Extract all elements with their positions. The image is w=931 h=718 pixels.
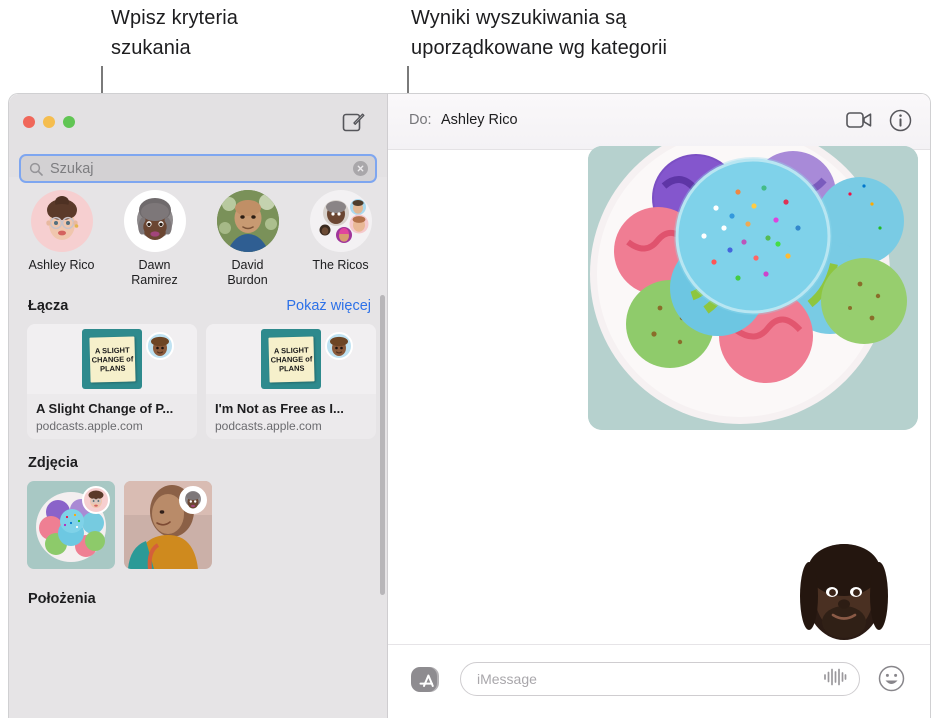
show-more-link[interactable]: Pokaż więcej [286,298,371,314]
search-icon [29,162,43,176]
window-controls [23,116,75,128]
link-thumbnail: A SLIGHT CHANGE of PLANS [206,324,376,394]
conversation-header: Do: Ashley Rico [388,94,930,150]
composer [388,644,930,718]
link-card[interactable]: A SLIGHT CHANGE of PLANS [27,324,197,439]
sidebar-titlebar [9,94,387,183]
contact-ashley-rico[interactable]: Ashley Rico [27,190,96,288]
sender-avatar [146,332,174,360]
contact-name: David Burdon [227,258,268,287]
section-title: Łącza [28,298,69,314]
photos-row [9,471,387,569]
contact-name: Ashley Rico [28,258,95,272]
contact-name: The Ricos [312,258,369,272]
section-title: Położenia [28,591,96,607]
avatar [123,190,186,252]
to-label: Do: [409,112,432,128]
podcast-artwork: A SLIGHT CHANGE of PLANS [82,329,142,389]
link-host: podcasts.apple.com [215,419,322,433]
close-button[interactable] [23,116,35,128]
conversation-pane: Do: Ashley Rico iMessage [387,94,930,718]
messages-window: Ashley Rico [8,93,931,718]
avatar [30,190,93,252]
imessage-input[interactable] [477,671,823,687]
link-host: podcasts.apple.com [36,419,143,433]
link-card[interactable]: A SLIGHT CHANGE of PLANS [206,324,376,439]
appstore-icon[interactable] [410,665,444,694]
info-icon[interactable] [889,109,912,137]
minimize-button[interactable] [43,116,55,128]
sidebar-results: Ashley Rico Dawn Ramirez David Burdon Th… [9,177,387,718]
contact-dawn-ramirez[interactable]: Dawn Ramirez [120,190,189,288]
podcast-art-text: A SLIGHT CHANGE of PLANS [267,335,315,383]
sender-avatar [179,486,207,514]
message-list: Dostarczona [388,146,930,718]
avatar [216,190,279,252]
links-row: A SLIGHT CHANGE of PLANS A Slight Change… [9,314,387,439]
podcast-art-text: A SLIGHT CHANGE of PLANS [88,335,136,383]
sender-avatar [82,486,110,514]
link-thumbnail: A SLIGHT CHANGE of PLANS [27,324,197,394]
link-title: I'm Not as Free as I... [215,401,344,416]
section-header-links: Łącza Pokaż więcej [9,288,387,314]
section-title: Zdjęcia [28,455,78,471]
audio-waveform-icon[interactable] [823,668,847,691]
podcast-artwork: A SLIGHT CHANGE of PLANS [261,329,321,389]
video-icon[interactable] [846,109,872,136]
contact-david-burdon[interactable]: David Burdon [213,190,282,288]
contact-the-ricos[interactable]: The Ricos [306,190,375,288]
contacts-row: Ashley Rico Dawn Ramirez David Burdon Th… [9,177,387,288]
imessage-field[interactable] [460,662,860,696]
callout-label-categories: Wyniki wyszukiwania są uporządkowane wg … [411,7,668,59]
link-meta: A Slight Change of P... podcasts.apple.c… [27,394,197,433]
clear-icon[interactable] [353,161,368,176]
section-header-locations: Położenia [9,569,387,607]
link-meta: I'm Not as Free as I... podcasts.apple.c… [206,394,376,433]
contact-name: Dawn Ramirez [131,258,178,287]
callout-label-search: Wpisz kryteria szukania [111,7,238,59]
photo-thumbnail[interactable] [124,481,212,569]
link-title: A Slight Change of P... [36,401,174,416]
zoom-button[interactable] [63,116,75,128]
sender-avatar [325,332,353,360]
screenshot-root: Wpisz kryteria szukania Wyniki wyszukiwa… [0,0,931,718]
photo-thumbnail[interactable] [27,481,115,569]
message-image-bubble[interactable] [588,146,918,430]
recipient-name[interactable]: Ashley Rico [441,112,518,128]
compose-icon[interactable] [342,111,365,134]
section-header-photos: Zdjęcia [9,439,387,471]
sidebar-scrollbar[interactable] [380,295,385,595]
sidebar: Ashley Rico [9,94,387,718]
emoji-icon[interactable] [878,665,905,692]
search-input[interactable] [43,160,353,177]
avatar [309,190,372,252]
